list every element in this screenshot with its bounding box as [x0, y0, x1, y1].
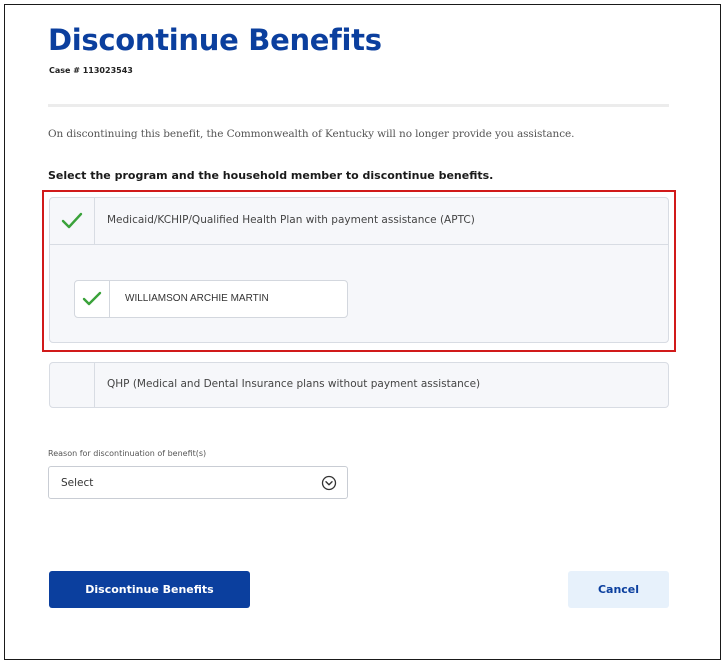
program-group-medicaid: Medicaid/KCHIP/Qualified Health Plan wit…: [49, 197, 669, 343]
program-label-qhp: QHP (Medical and Dental Insurance plans …: [107, 378, 481, 390]
reason-label: Reason for discontinuation of benefit(s): [48, 449, 207, 458]
discontinue-benefits-button[interactable]: Discontinue Benefits: [49, 571, 250, 608]
program-option-medicaid[interactable]: Medicaid/KCHIP/Qualified Health Plan wit…: [50, 198, 668, 245]
check-icon: [82, 291, 102, 306]
info-text: On discontinuing this benefit, the Commo…: [48, 128, 575, 140]
program-label-medicaid: Medicaid/KCHIP/Qualified Health Plan wit…: [107, 214, 475, 226]
page-title: Discontinue Benefits: [48, 23, 382, 57]
program-option-qhp[interactable]: QHP (Medical and Dental Insurance plans …: [49, 362, 669, 408]
check-icon: [61, 212, 83, 229]
reason-select-value: Select: [61, 477, 94, 489]
instruction-text: Select the program and the household mem…: [48, 169, 494, 182]
member-name: WILLIAMSON ARCHIE MARTIN: [125, 293, 269, 304]
chevron-down-circle-icon: [321, 475, 337, 491]
program-checkbox-medicaid[interactable]: [50, 198, 95, 244]
divider: [48, 104, 669, 107]
cancel-button[interactable]: Cancel: [568, 571, 669, 608]
case-number: Case # 113023543: [49, 66, 133, 75]
household-member-chip[interactable]: WILLIAMSON ARCHIE MARTIN: [74, 280, 348, 318]
program-checkbox-qhp[interactable]: [50, 363, 95, 407]
reason-select[interactable]: Select: [48, 466, 348, 499]
member-checkbox[interactable]: [75, 281, 110, 317]
